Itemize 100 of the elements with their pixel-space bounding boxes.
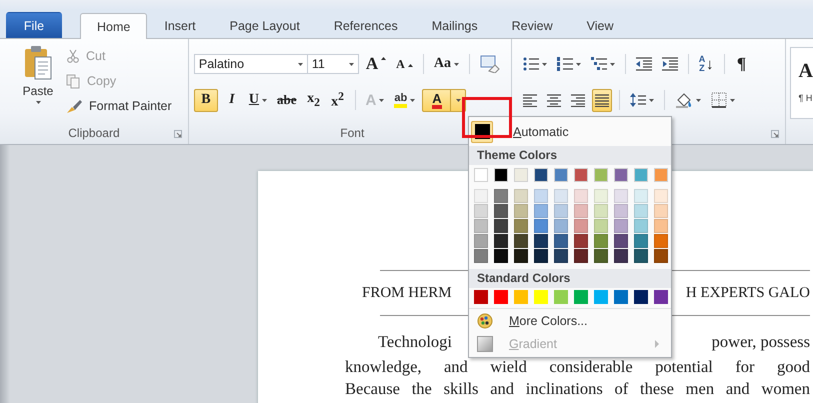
color-swatch[interactable]: [614, 189, 628, 203]
color-swatch[interactable]: [594, 249, 608, 263]
color-swatch[interactable]: [594, 219, 608, 233]
color-swatch[interactable]: [574, 234, 588, 248]
color-swatch[interactable]: [574, 219, 588, 233]
font-name-field[interactable]: Palatino: [194, 54, 308, 74]
color-swatch[interactable]: [574, 290, 588, 304]
ribbon-tab[interactable]: View: [570, 12, 630, 38]
color-swatch[interactable]: [574, 204, 588, 218]
color-swatch[interactable]: [634, 168, 648, 182]
color-swatch[interactable]: [554, 168, 568, 182]
color-swatch[interactable]: [614, 234, 628, 248]
color-swatch[interactable]: [554, 290, 568, 304]
color-swatch[interactable]: [654, 234, 668, 248]
ribbon-tab[interactable]: Page Layout: [212, 12, 317, 38]
color-swatch[interactable]: [574, 189, 588, 203]
color-swatch[interactable]: [614, 249, 628, 263]
color-swatch[interactable]: [494, 189, 508, 203]
color-swatch[interactable]: [534, 204, 548, 218]
font-size-field[interactable]: 11: [306, 54, 359, 74]
color-swatch[interactable]: [494, 204, 508, 218]
color-swatch[interactable]: [554, 204, 568, 218]
color-swatch[interactable]: [594, 204, 608, 218]
color-swatch[interactable]: [554, 249, 568, 263]
color-swatch[interactable]: [554, 234, 568, 248]
align-right-icon: [570, 94, 585, 106]
color-swatch[interactable]: [614, 204, 628, 218]
color-swatch[interactable]: [534, 290, 548, 304]
more-colors-option[interactable]: More Colors...: [469, 309, 671, 332]
grow-font-button[interactable]: A: [362, 52, 390, 76]
paste-button[interactable]: Paste: [18, 43, 58, 122]
color-swatch[interactable]: [474, 234, 488, 248]
color-swatch[interactable]: [514, 249, 528, 263]
color-swatch[interactable]: [614, 168, 628, 182]
ribbon-tab[interactable]: Mailings: [414, 12, 495, 38]
change-case-button[interactable]: Aa: [430, 52, 462, 76]
strikethrough-button[interactable]: abe: [274, 88, 300, 112]
color-swatch[interactable]: [514, 234, 528, 248]
bold-button[interactable]: B: [194, 88, 218, 112]
color-swatch[interactable]: [654, 168, 668, 182]
color-swatch[interactable]: [654, 204, 668, 218]
underline-button[interactable]: U: [246, 88, 270, 112]
color-swatch[interactable]: [574, 168, 588, 182]
format-painter-button[interactable]: Format Painter: [66, 96, 172, 116]
color-swatch[interactable]: [514, 204, 528, 218]
automatic-option[interactable]: Automatic: [469, 117, 671, 146]
italic-button[interactable]: I: [222, 88, 242, 112]
color-swatch[interactable]: [494, 234, 508, 248]
color-swatch[interactable]: [594, 290, 608, 304]
ribbon-tab[interactable]: Review: [494, 12, 570, 38]
color-swatch[interactable]: [474, 168, 488, 182]
color-swatch[interactable]: [594, 189, 608, 203]
color-swatch[interactable]: [534, 249, 548, 263]
color-swatch[interactable]: [614, 290, 628, 304]
color-swatch[interactable]: [634, 204, 648, 218]
color-swatch[interactable]: [494, 219, 508, 233]
color-swatch[interactable]: [634, 234, 648, 248]
color-swatch[interactable]: [514, 168, 528, 182]
highlight-button[interactable]: ab: [391, 88, 418, 112]
color-swatch[interactable]: [594, 234, 608, 248]
file-tab[interactable]: File: [6, 12, 62, 38]
color-swatch[interactable]: [534, 234, 548, 248]
color-swatch[interactable]: [534, 168, 548, 182]
color-swatch[interactable]: [514, 219, 528, 233]
subscript-button[interactable]: x$_{2}$: [304, 88, 324, 112]
color-swatch[interactable]: [494, 249, 508, 263]
justify-button[interactable]: [592, 88, 612, 112]
color-swatch[interactable]: [634, 249, 648, 263]
color-swatch[interactable]: [654, 219, 668, 233]
color-swatch[interactable]: [474, 204, 488, 218]
shrink-font-button[interactable]: A: [393, 52, 416, 76]
style-preview[interactable]: A ¶ H: [790, 47, 813, 119]
superscript-button[interactable]: x$^{2}$: [328, 88, 348, 112]
color-swatch[interactable]: [514, 189, 528, 203]
show-formatting-button[interactable]: ¶: [732, 52, 752, 76]
color-swatch[interactable]: [654, 189, 668, 203]
ribbon-tab[interactable]: References: [316, 12, 415, 38]
color-swatch[interactable]: [474, 249, 488, 263]
color-swatch[interactable]: [594, 168, 608, 182]
color-swatch[interactable]: [654, 290, 668, 304]
color-swatch[interactable]: [534, 219, 548, 233]
paragraph-text: knowledge, and wield considerable potential for good: [345, 357, 810, 377]
color-swatch[interactable]: [494, 290, 508, 304]
ribbon-tab[interactable]: Insert: [147, 12, 213, 38]
color-swatch[interactable]: [574, 249, 588, 263]
color-swatch[interactable]: [614, 219, 628, 233]
color-swatch[interactable]: [634, 290, 648, 304]
color-swatch[interactable]: [634, 189, 648, 203]
color-swatch[interactable]: [474, 290, 488, 304]
font-color-button[interactable]: A: [422, 88, 466, 112]
color-swatch[interactable]: [634, 219, 648, 233]
color-swatch[interactable]: [474, 219, 488, 233]
color-swatch[interactable]: [494, 168, 508, 182]
color-swatch[interactable]: [534, 189, 548, 203]
ribbon-tab[interactable]: Home: [80, 13, 148, 39]
color-swatch[interactable]: [514, 290, 528, 304]
color-swatch[interactable]: [654, 249, 668, 263]
color-swatch[interactable]: [554, 189, 568, 203]
color-swatch[interactable]: [554, 219, 568, 233]
color-swatch[interactable]: [474, 189, 488, 203]
